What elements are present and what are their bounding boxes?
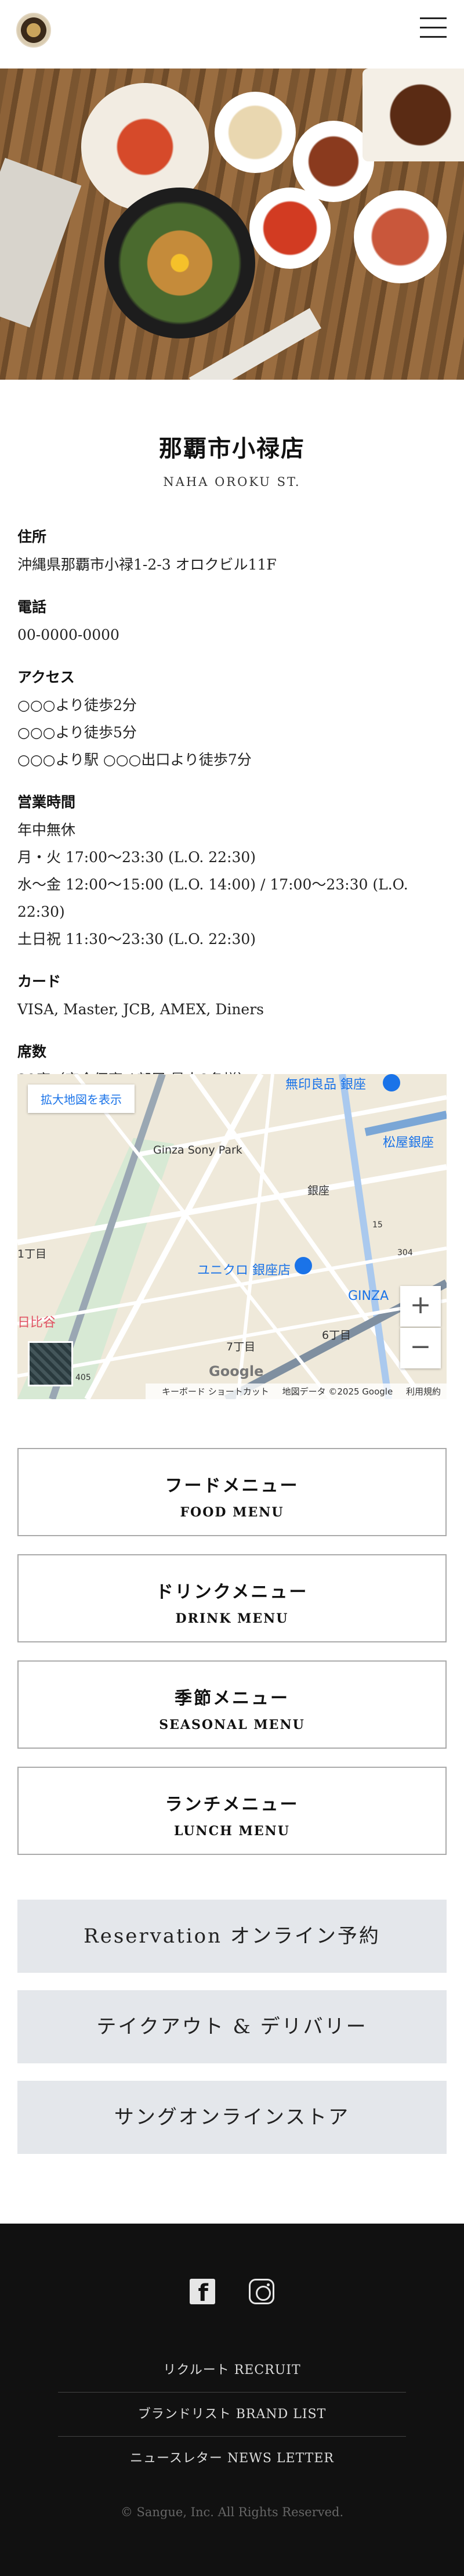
address-value: 沖縄県那覇市小禄1-2-3 オロクビル11F — [17, 556, 277, 573]
menu-button-label-jp: ランチメニュー — [165, 1795, 299, 1815]
online-store-button[interactable]: サングオンラインストア — [17, 2081, 447, 2154]
map-attribution: キーボード ショートカット 地図データ ©2025 Google 利用規約 — [146, 1384, 447, 1399]
map-place-label[interactable]: 銀座 — [307, 1182, 329, 1198]
terms-link[interactable]: 利用規約 — [406, 1386, 441, 1397]
map-place-label[interactable]: 松屋銀座 — [383, 1132, 434, 1151]
access-block: アクセス ○○○より徒歩2分 ○○○より徒歩5分 ○○○より駅 ○○○出口より徒… — [17, 666, 447, 773]
map-data-text: 地図データ ©2025 Google — [282, 1386, 393, 1397]
menu-button-label-en: FOOD MENU — [180, 1505, 284, 1520]
phone-value[interactable]: 00-0000-0000 — [17, 621, 447, 648]
store-name-en: NAHA OROKU ST. — [163, 475, 301, 489]
google-logo: Google — [209, 1363, 264, 1379]
napkin — [0, 157, 82, 328]
menu-button-label-jp: フードメニュー — [165, 1476, 299, 1496]
social-links — [0, 2279, 464, 2307]
route-number: 304 — [397, 1248, 413, 1258]
card-value: VISA, Master, JCB, AMEX, Diners — [17, 1001, 264, 1018]
takeout-delivery-button[interactable]: テイクアウト & デリバリー — [17, 1990, 447, 2063]
dish-plate — [354, 190, 447, 283]
route-number: 15 — [372, 1220, 383, 1230]
access-line: ○○○より徒歩2分 — [17, 697, 137, 714]
menu-button-label-en: SEASONAL MENU — [159, 1717, 305, 1732]
address-block: 住所 沖縄県那覇市小禄1-2-3 オロクビル11F — [17, 525, 447, 578]
map-place-label[interactable]: 日比谷 — [17, 1312, 56, 1331]
access-label: アクセス — [17, 669, 75, 686]
hero-image — [0, 69, 464, 380]
map-pin-icon[interactable] — [383, 1074, 400, 1091]
food-menu-button[interactable]: フードメニュー FOOD MENU — [17, 1448, 447, 1536]
top-bar — [0, 0, 464, 69]
route-number: 405 — [75, 1373, 91, 1382]
recruit-link[interactable]: リクルート RECRUIT — [58, 2348, 406, 2393]
lunch-menu-button[interactable]: ランチメニュー LUNCH MENU — [17, 1767, 447, 1855]
hours-line: 年中無休 — [17, 822, 76, 838]
facebook-icon[interactable] — [190, 2279, 216, 2307]
map-place-label[interactable]: 無印良品 銀座 — [285, 1074, 366, 1093]
hours-line: 土日祝 11:30〜23:30 (L.O. 22:30) — [17, 931, 256, 947]
map-area-label: 7丁目 — [226, 1341, 256, 1353]
menu-button-label-jp: 季節メニュー — [175, 1688, 289, 1709]
access-line: ○○○より駅 ○○○出口より徒歩7分 — [17, 751, 252, 768]
hours-line: 月・火 17:00〜23:30 (L.O. 22:30) — [17, 849, 256, 866]
hours-label: 営業時間 — [17, 794, 76, 810]
newsletter-link[interactable]: ニュースレター NEWS LETTER — [58, 2437, 406, 2481]
hours-block: 営業時間 年中無休 月・火 17:00〜23:30 (L.O. 22:30) 水… — [17, 791, 447, 953]
store-name: 那覇市小禄店 — [159, 435, 305, 462]
hamburger-menu-icon[interactable] — [420, 17, 447, 38]
map-place-label[interactable]: GINZA — [348, 1289, 389, 1303]
access-line: ○○○より徒歩5分 — [17, 724, 137, 741]
menu-button-label-en: LUNCH MENU — [174, 1824, 290, 1839]
satellite-toggle[interactable] — [28, 1341, 73, 1386]
site-footer: リクルート RECRUIT ブランドリスト BRAND LIST ニュースレター… — [0, 2224, 464, 2576]
zoom-in-button[interactable]: + — [400, 1286, 441, 1327]
menu-line — [420, 17, 447, 19]
footer-nav: リクルート RECRUIT ブランドリスト BRAND LIST ニュースレター… — [58, 2348, 406, 2481]
brand-logo[interactable] — [16, 13, 51, 48]
instagram-icon[interactable] — [248, 2279, 274, 2304]
map-pin-icon[interactable] — [295, 1257, 312, 1274]
bibimbap-bowl — [104, 188, 255, 338]
dish-plate — [362, 69, 464, 161]
seats-label: 席数 — [17, 1043, 47, 1060]
map-place-label[interactable]: ユニクロ 銀座店 — [197, 1260, 291, 1278]
map-area-label: 6丁目 — [322, 1329, 351, 1342]
dish-plate — [215, 92, 296, 173]
page: 那覇市小禄店 NAHA OROKU ST. 住所 沖縄県那覇市小禄1-2-3 オ… — [0, 0, 464, 2576]
map-place-label[interactable]: Ginza Sony Park — [153, 1144, 242, 1157]
copyright: © Sangue, Inc. All Rights Reserved. — [120, 2505, 344, 2519]
map-area-label: 1丁目 — [17, 1248, 47, 1260]
keyboard-shortcuts-link[interactable]: キーボード ショートカット — [162, 1386, 269, 1397]
phone-label: 電話 — [17, 599, 47, 615]
menu-button-label-jp: ドリンクメニュー — [155, 1582, 309, 1602]
card-label: カード — [17, 973, 61, 990]
brand-list-link[interactable]: ブランドリスト BRAND LIST — [58, 2393, 406, 2437]
menu-line — [420, 27, 447, 28]
menu-line — [420, 36, 447, 38]
dish-plate — [293, 121, 374, 202]
phone-block: 電話 00-0000-0000 — [17, 596, 447, 648]
card-block: カード VISA, Master, JCB, AMEX, Diners — [17, 970, 447, 1023]
zoom-out-button[interactable]: − — [400, 1328, 441, 1368]
store-info: 住所 沖縄県那覇市小禄1-2-3 オロクビル11F 電話 00-0000-000… — [17, 525, 447, 1111]
hours-line: 水〜金 12:00〜15:00 (L.O. 14:00) / 17:00〜23:… — [17, 876, 408, 920]
drink-menu-button[interactable]: ドリンクメニュー DRINK MENU — [17, 1554, 447, 1642]
menu-button-label-en: DRINK MENU — [175, 1611, 289, 1626]
google-map[interactable]: 拡大地図を表示 無印良品 銀座 Ginza Sony Park 銀座 松屋銀座 … — [17, 1074, 447, 1399]
address-label: 住所 — [17, 528, 47, 545]
dish-plate — [249, 188, 331, 269]
enlarge-map-link[interactable]: 拡大地図を表示 — [28, 1085, 135, 1113]
seasonal-menu-button[interactable]: 季節メニュー SEASONAL MENU — [17, 1660, 447, 1749]
online-reservation-button[interactable]: Reservation オンライン予約 — [17, 1900, 447, 1973]
